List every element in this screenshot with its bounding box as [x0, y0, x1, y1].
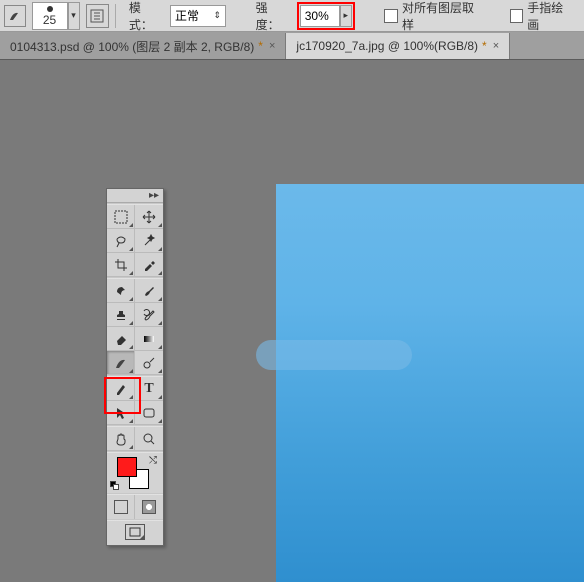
- checkbox-icon: [384, 9, 398, 23]
- foreground-color-swatch[interactable]: [117, 457, 137, 477]
- pen-icon: [114, 382, 128, 396]
- shape-tool[interactable]: [135, 401, 163, 425]
- magic-wand-tool[interactable]: [135, 229, 163, 253]
- chevron-down-icon: ⇕: [213, 10, 221, 21]
- brush-icon: [142, 284, 156, 298]
- document-tabs: 0104313.psd @ 100% (图层 2 副本 2, RGB/8) * …: [0, 32, 584, 60]
- screen-mode-button[interactable]: [125, 524, 145, 540]
- standard-mode-button[interactable]: [107, 495, 135, 519]
- tools-panel: ▸▸: [106, 188, 164, 546]
- history-brush-tool[interactable]: [135, 303, 163, 327]
- tools-panel-header[interactable]: ▸▸: [107, 189, 163, 203]
- tool-preset-picker[interactable]: [4, 5, 26, 27]
- document-tab[interactable]: 0104313.psd @ 100% (图层 2 副本 2, RGB/8) * …: [0, 33, 286, 59]
- standard-mode-icon: [114, 500, 128, 514]
- tab-dirty-indicator: *: [258, 39, 263, 53]
- brush-tool[interactable]: [135, 279, 163, 303]
- move-tool[interactable]: [135, 205, 163, 229]
- lasso-tool[interactable]: [107, 229, 135, 253]
- strength-dropdown[interactable]: ▸: [340, 5, 352, 27]
- default-colors-icon[interactable]: [110, 481, 120, 491]
- swap-colors-icon[interactable]: ⤭: [149, 455, 157, 466]
- hand-tool[interactable]: [107, 427, 135, 451]
- collapse-icon: ▸▸: [149, 190, 159, 201]
- close-icon[interactable]: ×: [269, 40, 275, 52]
- strength-input[interactable]: 30%: [300, 5, 340, 27]
- quick-mask-button[interactable]: [135, 495, 163, 519]
- checkbox-icon: [510, 9, 524, 23]
- mode-value: 正常: [175, 7, 199, 24]
- tab-dirty-indicator: *: [482, 39, 487, 53]
- document-tab[interactable]: jc170920_7a.jpg @ 100%(RGB/8) * ×: [286, 33, 510, 59]
- zoom-icon: [142, 432, 156, 446]
- strength-value: 30%: [305, 9, 329, 23]
- smudge-icon: [113, 355, 129, 371]
- eyedropper-icon: [142, 258, 156, 272]
- move-icon: [142, 210, 156, 224]
- quick-mask-icon: [142, 500, 156, 514]
- hand-icon: [114, 432, 128, 446]
- strength-label: 强度：: [256, 0, 291, 33]
- finger-painting-checkbox[interactable]: 手指绘画: [510, 0, 574, 33]
- eraser-tool[interactable]: [107, 327, 135, 351]
- magic-wand-icon: [142, 234, 156, 248]
- canvas-shape: [256, 340, 412, 370]
- brush-preset-picker[interactable]: 25: [32, 2, 68, 30]
- lasso-icon: [114, 234, 128, 248]
- type-icon: T: [144, 381, 153, 397]
- marquee-tool[interactable]: [107, 205, 135, 229]
- gradient-tool[interactable]: [135, 327, 163, 351]
- finger-paint-label: 手指绘画: [527, 0, 574, 33]
- path-selection-tool[interactable]: [107, 401, 135, 425]
- dodge-icon: [142, 356, 156, 370]
- strength-highlight: 30% ▸: [297, 2, 355, 30]
- color-swatches[interactable]: ⤭: [107, 453, 163, 493]
- dodge-tool[interactable]: [135, 351, 163, 375]
- pen-tool[interactable]: [107, 377, 135, 401]
- brush-dropdown-button[interactable]: ▾: [68, 2, 80, 30]
- stamp-icon: [114, 308, 128, 322]
- brush-panel-icon: [89, 8, 105, 24]
- sample-all-label: 对所有图层取样: [402, 0, 484, 33]
- shape-icon: [142, 406, 156, 420]
- smudge-tool[interactable]: [107, 351, 135, 375]
- smudge-icon: [8, 9, 22, 23]
- brush-panel-toggle[interactable]: [86, 4, 109, 28]
- mode-label: 模式：: [129, 0, 164, 33]
- crop-tool[interactable]: [107, 253, 135, 277]
- eyedropper-tool[interactable]: [135, 253, 163, 277]
- healing-icon: [114, 284, 128, 298]
- type-tool[interactable]: T: [135, 377, 163, 401]
- tab-label: jc170920_7a.jpg @ 100%(RGB/8): [296, 39, 478, 53]
- gradient-icon: [142, 332, 156, 346]
- zoom-tool[interactable]: [135, 427, 163, 451]
- healing-brush-tool[interactable]: [107, 279, 135, 303]
- eraser-icon: [114, 332, 128, 346]
- sample-all-layers-checkbox[interactable]: 对所有图层取样: [384, 0, 484, 33]
- mode-select[interactable]: 正常 ⇕: [170, 5, 226, 27]
- options-bar: 25 ▾ 模式： 正常 ⇕ 强度： 30% ▸ 对所有图层取样 手指绘画: [0, 0, 584, 32]
- stamp-tool[interactable]: [107, 303, 135, 327]
- close-icon[interactable]: ×: [493, 40, 499, 52]
- document-canvas[interactable]: [276, 184, 584, 582]
- tab-label: 0104313.psd @ 100% (图层 2 副本 2, RGB/8): [10, 38, 254, 55]
- brush-size-label: 25: [43, 13, 56, 27]
- history-brush-icon: [142, 308, 156, 322]
- marquee-icon: [114, 210, 128, 224]
- arrow-icon: [114, 406, 128, 420]
- workspace: ▸▸: [0, 60, 584, 522]
- crop-icon: [114, 258, 128, 272]
